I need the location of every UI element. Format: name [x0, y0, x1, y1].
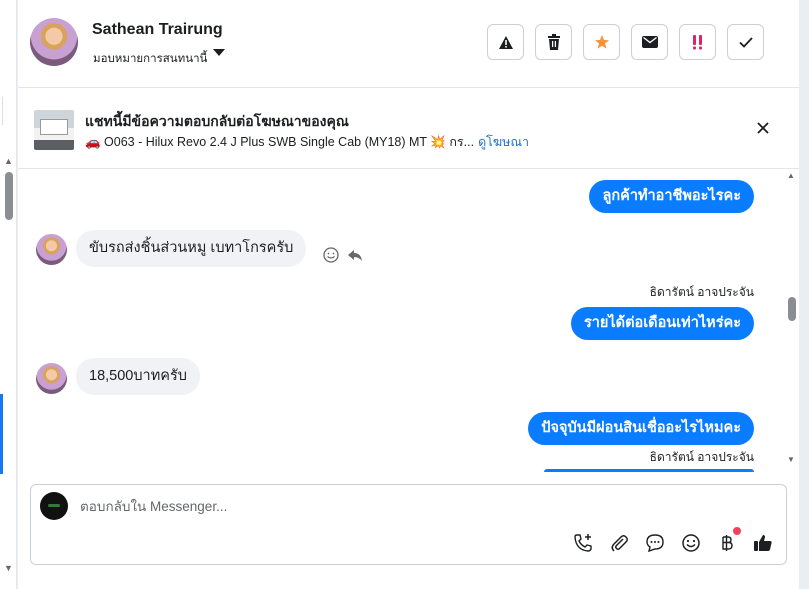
notification-dot	[733, 527, 741, 535]
view-ad-link[interactable]: ดูโฆษณา	[478, 135, 529, 149]
composer-toolbar	[571, 527, 774, 554]
warning-icon	[498, 35, 513, 49]
double-exclamation-icon	[692, 35, 702, 50]
thumbs-up-icon[interactable]	[751, 531, 774, 554]
call-add-icon[interactable]	[571, 531, 594, 554]
contact-avatar[interactable]	[30, 18, 78, 66]
action-buttons	[487, 24, 764, 60]
conversation-header: Sathean Trairung มอบหมายการสนทนานี้	[18, 0, 799, 88]
outgoing-message[interactable]: รายได้ต่อเดือนเท่าไหร่คะ	[570, 307, 754, 340]
outgoing-message	[544, 469, 754, 472]
divider	[0, 97, 3, 125]
reply-icon[interactable]	[346, 246, 364, 264]
outgoing-message[interactable]: ปัจจุบันมีผ่อนสินเชื่ออะไรไหมคะ	[528, 412, 754, 445]
delete-button[interactable]	[535, 24, 572, 60]
report-button[interactable]	[487, 24, 524, 60]
scroll-up-arrow-icon[interactable]: ▲	[787, 171, 795, 180]
assign-conversation-label[interactable]: มอบหมายการสนทนานี้	[93, 50, 207, 68]
paperclip-icon[interactable]	[607, 531, 630, 554]
important-button[interactable]	[679, 24, 716, 60]
left-scrollbar-thumb[interactable]	[5, 172, 13, 220]
ad-banner-subtitle: 🚗 O063 - Hilux Revo 2.4 J Plus SWB Singl…	[85, 132, 529, 152]
message-list[interactable]: ลูกค้าทำอาชีพอะไรคะ ขับรถส่งชิ้นส่วนหมู …	[18, 170, 799, 472]
incoming-message[interactable]: ขับรถส่งชิ้นส่วนหมู เบทาโกรครับ	[76, 230, 307, 267]
chevron-down-icon[interactable]	[213, 49, 225, 56]
contact-name[interactable]: Sathean Trairung	[92, 21, 223, 39]
done-button[interactable]	[727, 24, 764, 60]
star-icon	[594, 35, 609, 49]
contact-avatar-small[interactable]	[36, 363, 67, 394]
ad-banner-title: แชทนี้มีข้อความตอบกลับต่อโฆษณาของคุณ	[85, 113, 349, 129]
ad-reply-banner: แชทนี้มีข้อความตอบกลับต่อโฆษณาของคุณ 🚗 O…	[18, 89, 799, 169]
star-button[interactable]	[583, 24, 620, 60]
page-avatar	[40, 492, 68, 520]
mark-unread-button[interactable]	[631, 24, 668, 60]
scroll-down-arrow-icon[interactable]: ▼	[4, 563, 13, 573]
incoming-message[interactable]: 18,500บาทครับ	[76, 358, 200, 395]
message-composer	[30, 484, 787, 565]
trash-icon	[547, 34, 560, 50]
scroll-up-arrow-icon[interactable]: ▲	[4, 156, 13, 166]
baht-icon[interactable]	[715, 527, 741, 554]
sender-name: ธิดารัตน์ อาจประจัน	[649, 285, 754, 299]
ad-thumbnail[interactable]	[34, 110, 74, 150]
sender-name: ธิดารัตน์ อาจประจัน	[649, 450, 754, 464]
reply-input[interactable]	[80, 499, 680, 514]
envelope-icon	[641, 36, 658, 48]
saved-reply-icon[interactable]	[643, 531, 666, 554]
message-scrollbar-thumb[interactable]	[788, 297, 796, 321]
scroll-down-arrow-icon[interactable]: ▼	[787, 455, 795, 464]
left-scroll-strip: ▲ ▼	[0, 0, 17, 589]
emoji-reaction-icon[interactable]	[322, 246, 340, 264]
close-icon[interactable]	[755, 120, 771, 136]
check-icon	[738, 36, 753, 48]
outgoing-message[interactable]: ลูกค้าทำอาชีพอะไรคะ	[589, 180, 754, 213]
ad-description: 🚗 O063 - Hilux Revo 2.4 J Plus SWB Singl…	[85, 135, 475, 149]
window-edge	[799, 0, 809, 589]
selected-indicator	[0, 394, 3, 474]
conversation-panel: Sathean Trairung มอบหมายการสนทนานี้ แชทน…	[18, 0, 799, 589]
contact-avatar-small[interactable]	[36, 234, 67, 265]
emoji-icon[interactable]	[679, 531, 702, 554]
